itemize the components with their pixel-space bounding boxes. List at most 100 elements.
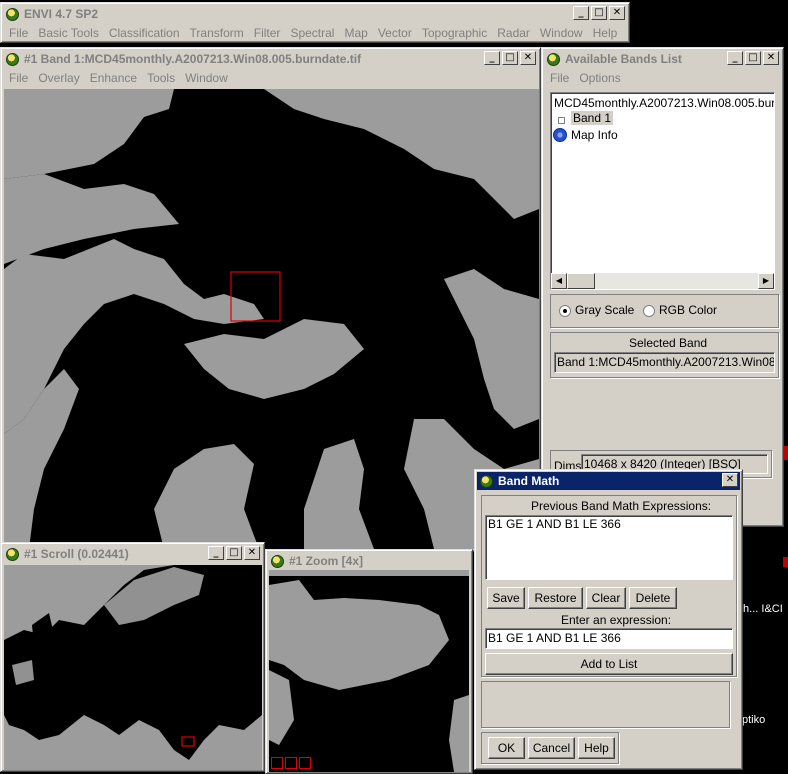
close-button[interactable]: ✕ (722, 473, 738, 487)
scroll-window: #1 Scroll (0.02441) _ □ ✕ (0, 542, 265, 772)
zoom-control-minus[interactable] (271, 757, 283, 769)
menu-radar[interactable]: Radar (492, 26, 535, 40)
scroll-window-titlebar[interactable]: #1 Scroll (0.02441) _ □ ✕ (3, 545, 262, 563)
delete-button[interactable]: Delete (629, 587, 677, 609)
envi-app-icon (6, 52, 19, 66)
zoom-window-title: #1 Zoom [4x] (289, 554, 364, 568)
scroll-overview-canvas[interactable] (4, 565, 262, 770)
image-window-title: #1 Band 1:MCD45monthly.A2007213.Win08.00… (24, 52, 362, 66)
envi-main-window: ENVI 4.7 SP2 _ □ ✕ File Basic Tools Clas… (0, 2, 630, 43)
band-math-dialog: Band Math ✕ Previous Band Math Expressio… (474, 469, 743, 770)
scroll-left-arrow[interactable]: ◀ (551, 273, 567, 289)
close-button[interactable]: ✕ (520, 51, 536, 65)
menu-spectral[interactable]: Spectral (285, 26, 339, 40)
image-window-titlebar[interactable]: #1 Band 1:MCD45monthly.A2007213.Win08.00… (3, 50, 538, 68)
add-to-list-button[interactable]: Add to List (485, 653, 733, 675)
close-button[interactable]: ✕ (609, 6, 625, 20)
ok-button[interactable]: OK (488, 737, 525, 759)
gray-scale-label[interactable]: Gray Scale (575, 303, 634, 317)
envi-app-icon (6, 547, 19, 561)
menu-enhance[interactable]: Enhance (85, 71, 142, 85)
envi-main-titlebar[interactable]: ENVI 4.7 SP2 _ □ ✕ (3, 5, 627, 23)
image-display-canvas[interactable] (4, 89, 539, 549)
help-button[interactable]: Help (578, 737, 615, 759)
image-window-menubar: File Overlay Enhance Tools Window (3, 69, 538, 87)
bands-window-title: Available Bands List (565, 52, 682, 66)
bands-tree[interactable]: MCD45monthly.A2007213.Win08.005.burndat … (550, 92, 775, 290)
menu-window[interactable]: Window (180, 71, 233, 85)
maximize-button[interactable]: □ (226, 546, 242, 560)
tree-file-item[interactable]: MCD45monthly.A2007213.Win08.005.burndat (554, 96, 774, 110)
minimize-button[interactable]: _ (208, 546, 224, 560)
menu-vector[interactable]: Vector (373, 26, 417, 40)
dialog-buttons-group: OK Cancel Help (481, 732, 619, 764)
gray-scale-radio[interactable] (559, 305, 571, 317)
clear-button[interactable]: Clear (586, 587, 626, 609)
zoom-canvas[interactable] (269, 570, 469, 772)
scroll-right-arrow[interactable]: ▶ (758, 273, 774, 289)
selected-band-field: Band 1:MCD45monthly.A2007213.Win08.005 (554, 352, 775, 373)
close-button[interactable]: ✕ (763, 51, 779, 65)
menu-window[interactable]: Window (535, 26, 588, 40)
zoom-window-titlebar[interactable]: #1 Zoom [4x] (268, 552, 470, 570)
envi-main-menubar: File Basic Tools Classification Transfor… (3, 24, 627, 42)
menu-classification[interactable]: Classification (104, 26, 185, 40)
menu-help[interactable]: Help (588, 26, 623, 40)
menu-file[interactable]: File (3, 26, 33, 40)
bands-window-menubar: File Options (544, 69, 781, 87)
enter-expression-label: Enter an expression: (561, 613, 672, 627)
menu-tools[interactable]: Tools (142, 71, 180, 85)
minimize-button[interactable]: _ (484, 51, 500, 65)
selected-band-group: Selected Band Band 1:MCD45monthly.A20072… (550, 332, 779, 378)
restore-button[interactable]: Restore (528, 587, 583, 609)
color-mode-group: Gray Scale RGB Color (550, 294, 779, 328)
horizontal-scrollbar[interactable]: ◀ ▶ (551, 273, 774, 289)
band-math-title: Band Math (498, 474, 560, 488)
available-bands-window: Available Bands List _ □ ✕ File Options … (541, 47, 784, 527)
tree-band-item[interactable]: Band 1 (571, 111, 614, 125)
desktop-red-mark (783, 557, 788, 567)
menu-topographic[interactable]: Topographic (417, 26, 492, 40)
maximize-button[interactable]: □ (502, 51, 518, 65)
envi-app-icon (547, 52, 560, 66)
zoom-control-plus[interactable] (285, 757, 297, 769)
rgb-color-radio[interactable] (643, 305, 655, 317)
band-math-titlebar[interactable]: Band Math ✕ (477, 472, 740, 490)
tree-map-info-item[interactable]: Map Info (571, 128, 618, 142)
menu-filter[interactable]: Filter (249, 26, 286, 40)
scroll-thumb[interactable] (567, 273, 595, 289)
menu-overlay[interactable]: Overlay (33, 71, 84, 85)
previous-expressions-list[interactable]: B1 GE 1 AND B1 LE 366 (485, 515, 733, 580)
maximize-button[interactable]: □ (745, 51, 761, 65)
envi-app-icon (6, 7, 19, 21)
previous-expressions-label: Previous Band Math Expressions: (531, 499, 712, 513)
menu-options[interactable]: Options (574, 71, 625, 85)
europe-overview-map (4, 565, 262, 770)
rgb-color-label[interactable]: RGB Color (659, 303, 717, 317)
save-button[interactable]: Save (487, 587, 525, 609)
message-area (481, 681, 730, 728)
menu-file[interactable]: File (3, 71, 33, 85)
previous-expressions-group: Previous Band Math Expressions: B1 GE 1 … (481, 495, 737, 677)
envi-app-icon (271, 554, 284, 568)
close-button[interactable]: ✕ (244, 546, 260, 560)
cancel-button[interactable]: Cancel (528, 737, 575, 759)
bands-window-titlebar[interactable]: Available Bands List _ □ ✕ (544, 50, 781, 68)
minimize-button[interactable]: _ (727, 51, 743, 65)
minimize-button[interactable]: _ (573, 6, 589, 20)
menu-file[interactable]: File (544, 71, 574, 85)
zoom-window: #1 Zoom [4x] (265, 549, 473, 774)
menu-transform[interactable]: Transform (185, 26, 249, 40)
expression-input[interactable]: B1 GE 1 AND B1 LE 366 (485, 628, 733, 649)
desktop-fragment-2: ptiko (742, 714, 766, 726)
selected-band-value: Band 1:MCD45monthly.A2007213.Win08.005 (557, 355, 775, 369)
desktop-fragment-1: th... I&CI (740, 603, 783, 615)
list-item[interactable]: B1 GE 1 AND B1 LE 366 (488, 517, 621, 531)
scroll-window-title: #1 Scroll (0.02441) (24, 547, 129, 561)
menu-basic-tools[interactable]: Basic Tools (33, 26, 103, 40)
envi-app-icon (480, 474, 493, 488)
menu-map[interactable]: Map (339, 26, 372, 40)
maximize-button[interactable]: □ (591, 6, 607, 20)
selected-band-label: Selected Band (629, 336, 708, 350)
zoom-control-cross[interactable] (299, 757, 311, 769)
